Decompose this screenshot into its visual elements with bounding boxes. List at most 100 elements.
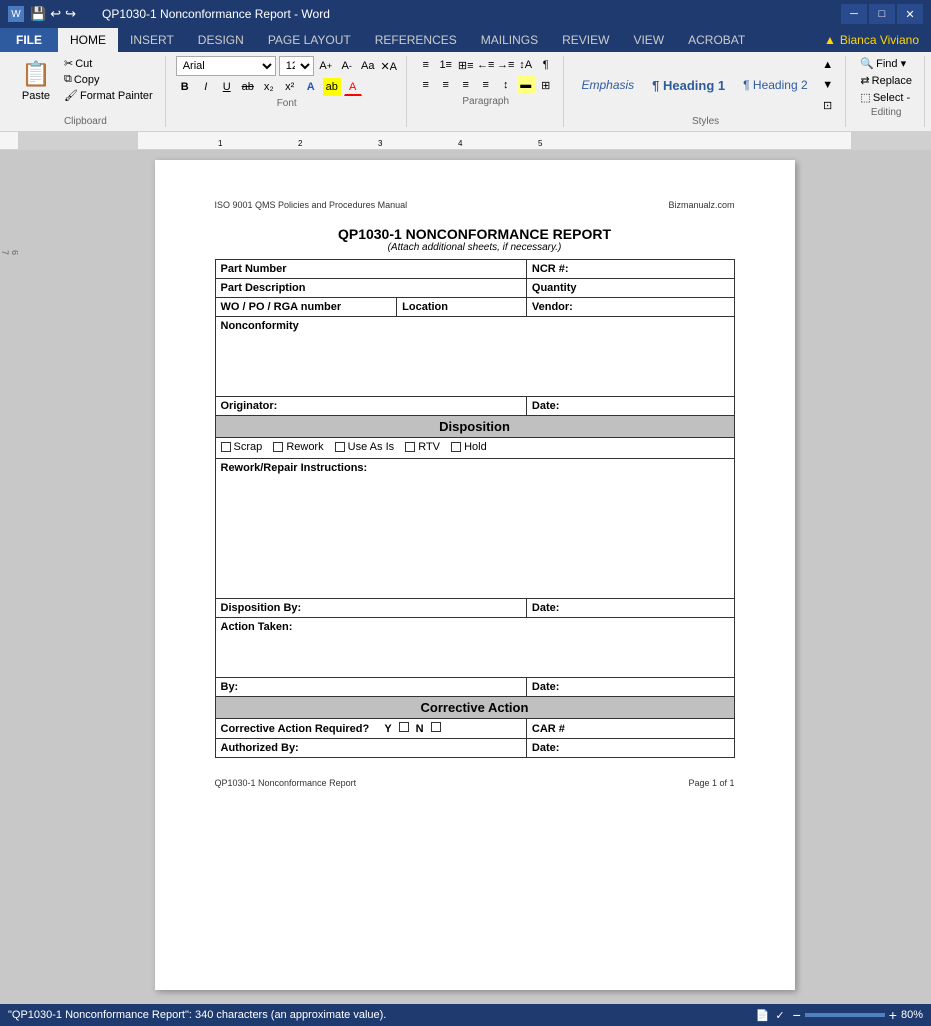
find-button[interactable]: 🔍 Find ▾ [856,56,916,71]
user-name: ▲ Bianca Viviano [812,28,931,52]
align-center-button[interactable]: ≡ [437,76,455,94]
paste-icon: 📋 [20,58,52,90]
word-count-icon[interactable]: 📄 [756,1009,770,1022]
rtv-checkbox-item[interactable]: RTV [405,441,440,453]
use-as-is-checkbox[interactable] [335,442,345,452]
style-heading1[interactable]: ¶ Heading 1 [645,75,732,96]
yes-checkbox[interactable] [399,722,409,732]
text-highlight-button[interactable]: ab [323,78,341,96]
hold-checkbox[interactable] [451,442,461,452]
sort-button[interactable]: ↕A [517,56,535,74]
shading-button[interactable]: ▬ [517,76,535,94]
no-checkbox[interactable] [431,722,441,732]
proofing-icon[interactable]: ✓ [775,1009,784,1022]
copy-icon: ⧉ [64,73,72,86]
doc-header-left: ISO 9001 QMS Policies and Procedures Man… [215,200,408,210]
scrap-checkbox-item[interactable]: Scrap [221,441,263,453]
bullets-button[interactable]: ≡ [417,56,435,74]
font-size-select[interactable]: 12 [279,56,314,76]
show-hide-button[interactable]: ¶ [537,56,555,74]
increase-indent-button[interactable]: →≡ [497,56,515,74]
originator-cell: Originator: [215,397,526,416]
font-color-button[interactable]: A [344,78,362,96]
tab-insert[interactable]: INSERT [118,28,186,52]
format-painter-icon: 🖌 [64,89,78,102]
styles-expand[interactable]: ⊡ [819,96,837,114]
change-case-button[interactable]: Aa [359,57,377,75]
redo-icon[interactable]: ↪ [65,6,76,22]
superscript-button[interactable]: x² [281,78,299,96]
style-emphasis[interactable]: Emphasis [574,75,641,95]
ribbon-group-clipboard: 📋 Paste ✂ Cut ⧉ Copy 🖌 Format Painter Cl… [6,56,166,127]
status-doc-info: "QP1030-1 Nonconformance Report": 340 ch… [8,1009,386,1021]
save-icon[interactable]: 💾 [30,6,46,22]
text-effects-button[interactable]: A [302,78,320,96]
styles-scroll-down[interactable]: ▼ [819,76,837,94]
table-row: Disposition By: Date: [215,599,734,618]
window-controls[interactable]: ─ □ ✕ [841,4,923,24]
decrease-indent-button[interactable]: ←≡ [477,56,495,74]
italic-button[interactable]: I [197,78,215,96]
ribbon: FILE HOME INSERT DESIGN PAGE LAYOUT REFE… [0,28,931,132]
rework-checkbox-item[interactable]: Rework [273,441,323,453]
shrink-font-button[interactable]: A- [338,57,356,75]
ncr-cell: NCR #: [526,260,734,279]
select-button[interactable]: ⬚ Select - [856,90,916,105]
align-left-button[interactable]: ≡ [417,76,435,94]
disposition-date-cell: Date: [526,599,734,618]
multilevel-list-button[interactable]: ⊞≡ [457,56,475,74]
justify-button[interactable]: ≡ [477,76,495,94]
styles-scroll-up[interactable]: ▲ [819,56,837,74]
close-button[interactable]: ✕ [897,4,923,24]
zoom-out-button[interactable]: − [793,1007,801,1023]
tab-design[interactable]: DESIGN [186,28,256,52]
form-subtitle: (Attach additional sheets, if necessary.… [215,242,735,253]
bold-button[interactable]: B [176,78,194,96]
maximize-button[interactable]: □ [869,4,895,24]
paste-button[interactable]: 📋 Paste [14,56,58,104]
doc-header-right: Bizmanualz.com [668,200,734,210]
tab-references[interactable]: REFERENCES [363,28,469,52]
copy-button[interactable]: ⧉ Copy [60,72,157,87]
underline-button[interactable]: U [218,78,236,96]
tab-acrobat[interactable]: ACROBAT [676,28,757,52]
align-right-button[interactable]: ≡ [457,76,475,94]
clear-formatting-button[interactable]: ✕A [380,57,398,75]
status-right: 📄 ✓ − + 80% [756,1007,923,1023]
subscript-button[interactable]: x₂ [260,78,278,96]
tab-review[interactable]: REVIEW [550,28,621,52]
disposition-header-cell: Disposition [215,416,734,438]
tab-home[interactable]: HOME [58,28,118,52]
nonconformity-cell: Nonconformity [215,317,734,397]
tab-view[interactable]: VIEW [621,28,676,52]
scrap-checkbox[interactable] [221,442,231,452]
location-cell: Location [397,298,527,317]
select-icon: ⬚ [860,91,870,104]
tab-file[interactable]: FILE [0,28,58,52]
hold-checkbox-item[interactable]: Hold [451,441,487,453]
table-row: Authorized By: Date: [215,739,734,758]
rework-checkbox[interactable] [273,442,283,452]
status-icons: 📄 ✓ [756,1009,785,1022]
grow-font-button[interactable]: A+ [317,57,335,75]
tab-mailings[interactable]: MAILINGS [469,28,550,52]
borders-button[interactable]: ⊞ [537,76,555,94]
rtv-checkbox[interactable] [405,442,415,452]
table-row: Action Taken: [215,618,734,678]
zoom-in-button[interactable]: + [889,1007,897,1023]
strikethrough-button[interactable]: ab [239,78,257,96]
replace-button[interactable]: ⇄ Replace [856,73,916,88]
use-as-is-checkbox-item[interactable]: Use As Is [335,441,394,453]
format-painter-button[interactable]: 🖌 Format Painter [60,88,157,103]
undo-icon[interactable]: ↩ [50,6,61,22]
style-heading2[interactable]: ¶ Heading 2 [736,75,815,95]
minimize-button[interactable]: ─ [841,4,867,24]
line-spacing-button[interactable]: ↕ [497,76,515,94]
wo-po-rga-cell: WO / PO / RGA number [215,298,397,317]
tab-page-layout[interactable]: PAGE LAYOUT [256,28,363,52]
quick-access-toolbar: 💾 ↩ ↪ [30,6,76,22]
font-family-select[interactable]: Arial [176,56,276,76]
numbering-button[interactable]: 1≡ [437,56,455,74]
cut-button[interactable]: ✂ Cut [60,56,157,71]
zoom-slider[interactable] [805,1013,885,1017]
